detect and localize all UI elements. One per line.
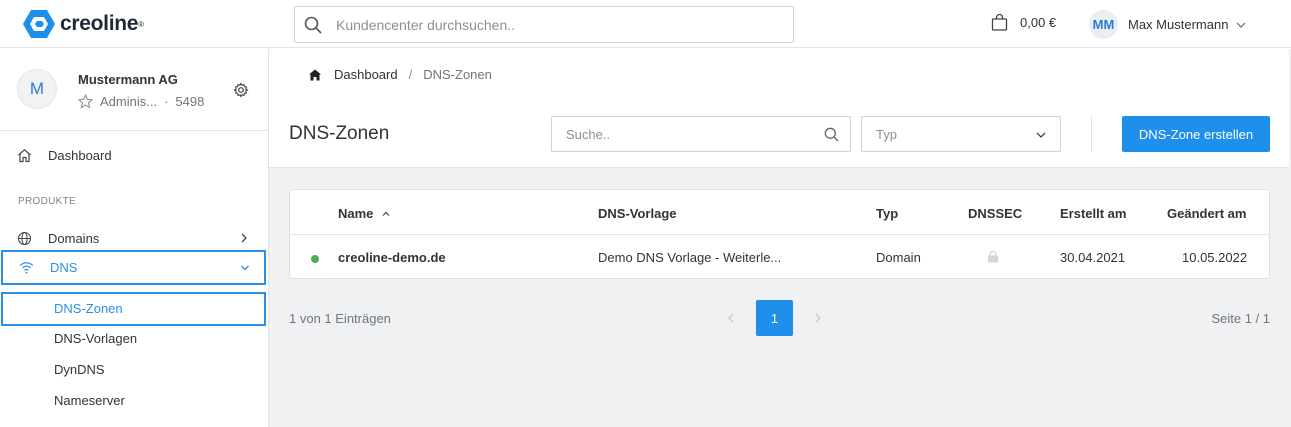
column-header-label: Name — [338, 206, 374, 221]
account-separator: · — [164, 94, 169, 109]
chevron-down-icon — [1036, 132, 1046, 138]
page-button-current[interactable]: 1 — [756, 300, 793, 336]
global-search-input[interactable] — [336, 16, 776, 33]
zone-created-date: 30.04.2021 — [1060, 250, 1126, 265]
zone-type: Domain — [876, 250, 921, 265]
chevron-down-icon — [241, 265, 249, 270]
toolbar-divider — [1091, 116, 1092, 152]
sidebar: M Mustermann AG Adminis... · 5498 Dashbo… — [0, 49, 269, 427]
create-dns-zone-button[interactable]: DNS-Zone erstellen — [1122, 116, 1270, 152]
column-header-created[interactable]: Erstellt am — [1060, 206, 1126, 221]
page-title: DNS-Zonen — [289, 123, 390, 144]
wifi-icon — [19, 262, 34, 274]
chevron-down-icon — [1236, 22, 1246, 28]
column-header-dnssec[interactable]: DNSSEC — [968, 206, 1022, 221]
search-icon — [824, 127, 839, 142]
sidebar-subitem-nameserver[interactable]: Nameserver — [54, 393, 125, 408]
chevron-right-icon — [241, 233, 247, 243]
user-name: Max Mustermann — [1128, 17, 1229, 32]
dns-zones-table: Name DNS-Vorlage Typ DNSSEC Erstellt am … — [289, 189, 1270, 279]
entries-info: 1 von 1 Einträgen — [289, 311, 391, 326]
pagination: 1 — [724, 300, 825, 336]
chevron-right-icon[interactable] — [811, 311, 825, 325]
table-header-divider — [290, 234, 1269, 235]
sidebar-subitem-dns-templates[interactable]: DNS-Vorlagen — [54, 331, 137, 346]
sort-ascending-icon — [382, 211, 390, 216]
top-header: creoline® 0,00 € MM Max Mustermann — [0, 0, 1291, 48]
shopping-bag-icon — [991, 14, 1008, 31]
column-header-name[interactable]: Name — [338, 206, 390, 221]
creoline-logo[interactable]: creoline ® — [22, 8, 144, 40]
sidebar-item-label: Dashboard — [48, 147, 112, 163]
star-icon[interactable] — [78, 94, 93, 109]
page-header: Dashboard / DNS-Zonen DNS-Zonen Typ DNS-… — [269, 49, 1289, 168]
page-info: Seite 1 / 1 — [1211, 311, 1270, 326]
account-name: Mustermann AG — [78, 72, 178, 87]
breadcrumb: Dashboard / DNS-Zonen — [308, 67, 492, 82]
zone-search-box[interactable] — [551, 116, 851, 152]
breadcrumb-separator: / — [408, 67, 413, 82]
gear-icon[interactable] — [233, 82, 249, 98]
breadcrumb-current: DNS-Zonen — [423, 67, 492, 82]
sidebar-subitem-label: DNS-Zonen — [54, 301, 123, 316]
lock-icon — [988, 250, 998, 263]
main-content: Dashboard / DNS-Zonen DNS-Zonen Typ DNS-… — [269, 49, 1291, 427]
user-menu[interactable]: MM Max Mustermann — [1089, 10, 1246, 39]
account-role: Adminis... — [100, 94, 158, 109]
globe-icon — [17, 231, 32, 245]
account-avatar: M — [17, 69, 57, 109]
sidebar-subitem-dyndns[interactable]: DynDNS — [54, 362, 105, 377]
column-header-type[interactable]: Typ — [876, 206, 898, 221]
cart-amount: 0,00 € — [1020, 15, 1057, 30]
sidebar-item-dashboard[interactable]: Dashboard — [0, 138, 268, 172]
account-number: 5498 — [175, 94, 205, 109]
type-filter-placeholder: Typ — [876, 126, 897, 142]
status-active-dot — [311, 255, 319, 263]
global-search-box[interactable] — [294, 6, 794, 43]
home-icon — [18, 148, 31, 162]
creoline-logo-icon — [23, 10, 55, 38]
account-meta: Adminis... · 5498 — [78, 94, 204, 109]
logo-registered-mark: ® — [138, 19, 145, 29]
zone-search-input[interactable] — [566, 126, 816, 142]
zone-name-link[interactable]: creoline-demo.de — [338, 250, 446, 265]
zone-template: Demo DNS Vorlage - Weiterle... — [598, 250, 782, 265]
chevron-left-icon[interactable] — [724, 311, 738, 325]
logo-text: creoline — [60, 12, 139, 35]
type-filter-select[interactable]: Typ — [861, 116, 1061, 152]
column-header-changed[interactable]: Geändert am — [1167, 206, 1246, 221]
column-header-template[interactable]: DNS-Vorlage — [598, 206, 677, 221]
account-panel: M Mustermann AG Adminis... · 5498 — [0, 49, 268, 131]
search-icon — [304, 16, 322, 34]
home-icon[interactable] — [308, 68, 322, 82]
zone-changed-date: 10.05.2022 — [1182, 250, 1248, 265]
breadcrumb-dashboard-link[interactable]: Dashboard — [334, 67, 398, 82]
sidebar-item-label: Domains — [48, 230, 100, 246]
sidebar-item-label: DNS — [50, 260, 78, 275]
user-avatar: MM — [1089, 10, 1118, 39]
section-label-products: PRODUKTE — [18, 196, 76, 207]
sidebar-item-dns[interactable]: DNS — [1, 250, 266, 285]
sidebar-subitem-dns-zones[interactable]: DNS-Zonen — [1, 292, 266, 326]
cart-button[interactable]: 0,00 € — [991, 14, 1056, 31]
